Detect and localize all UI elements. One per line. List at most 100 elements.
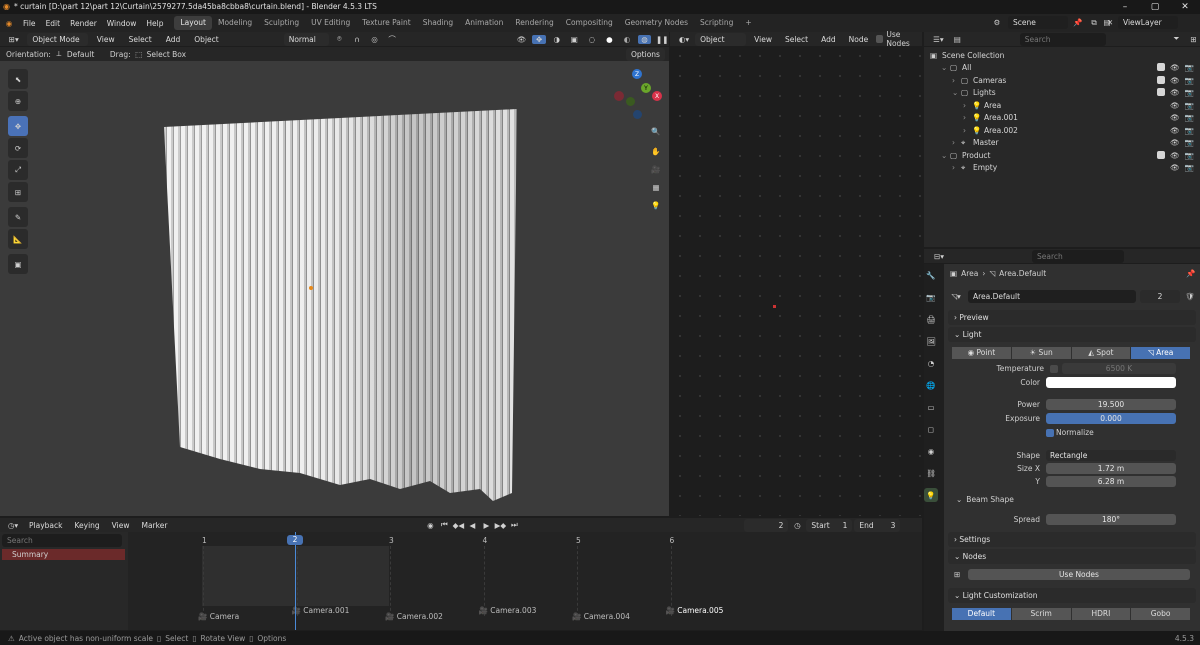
datablock-users-count[interactable]: 2 (1140, 290, 1180, 303)
end-frame-field[interactable]: End 3 (854, 518, 901, 532)
expand-arrow-icon[interactable]: › (952, 76, 961, 85)
timeline-menu-view[interactable]: View (107, 521, 135, 530)
outliner-item-scene-collection[interactable]: ▣ Scene Collection (924, 49, 1200, 62)
exclude-checkbox[interactable] (1157, 63, 1166, 72)
drag-dropdown[interactable]: Select Box (147, 50, 193, 59)
jump-end-icon[interactable]: ⏭ (508, 520, 520, 530)
camera-render-icon[interactable]: 📷 (1185, 151, 1194, 160)
camera-marker[interactable]: 🎥 Camera.005 (666, 606, 724, 615)
nodes-panel-header[interactable]: ⌄ Nodes (948, 549, 1196, 564)
gizmo-neg-y-axis[interactable] (626, 97, 635, 106)
workspace-tab-uv-editing[interactable]: UV Editing (305, 16, 356, 30)
start-frame-field[interactable]: Start 1 (806, 518, 853, 532)
light-panel-header[interactable]: ⌄ Light (948, 327, 1196, 342)
viewport-menu-view[interactable]: View (92, 35, 120, 44)
constraints-tab-icon[interactable]: ⛓ (924, 466, 938, 480)
orientation-dropdown[interactable]: Default (67, 50, 107, 59)
light-browse-icon[interactable]: ◹▾ (948, 292, 964, 301)
summary-channel[interactable]: Summary (2, 549, 125, 560)
outliner-item-area-002[interactable]: › 💡 Area.002 👁 📷 (924, 124, 1200, 137)
gizmo-neg-z-axis[interactable] (633, 110, 642, 119)
node-canvas[interactable] (670, 46, 922, 516)
workspace-tab-scripting[interactable]: Scripting (694, 16, 739, 30)
falloff-icon[interactable]: ⌒ (385, 34, 399, 45)
color-swatch[interactable] (1046, 377, 1176, 388)
outliner-item-all[interactable]: ⌄ ▢ All 👁 📷 (924, 62, 1200, 75)
filter-icon[interactable]: ⏷ (1170, 34, 1183, 44)
camera-marker[interactable]: 🎥 Camera.001 (292, 606, 350, 615)
move-tool-icon[interactable]: ✥ (8, 116, 28, 136)
world-tab-icon[interactable]: 🌐 (924, 378, 938, 392)
outliner-search-input[interactable]: Search (1019, 32, 1106, 46)
add-workspace-button[interactable]: + (739, 16, 757, 30)
timeline-menu-keying[interactable]: Keying (69, 521, 104, 530)
exclude-checkbox[interactable] (1157, 75, 1166, 84)
use-nodes-button[interactable]: Use Nodes (968, 569, 1190, 580)
outliner-item-cameras[interactable]: › ▢ Cameras 👁 📷 (924, 74, 1200, 87)
pan-icon[interactable]: ✋ (648, 143, 664, 159)
timeline-search-input[interactable]: Search (2, 534, 122, 547)
editor-type-icon[interactable]: ⊞▾ (4, 35, 23, 44)
camera-render-icon[interactable]: 📷 (1185, 138, 1194, 147)
camera-marker[interactable]: 🎥 Camera.004 (572, 612, 630, 621)
gizmo-z-axis[interactable]: Z (632, 69, 642, 79)
rotate-tool-icon[interactable]: ⟳ (8, 138, 28, 158)
timeline-type-icon[interactable]: ◷▾ (4, 521, 22, 530)
node-menu-select[interactable]: Select (780, 35, 813, 44)
gizmo-x-axis[interactable]: X (652, 91, 662, 101)
timeline-menu-marker[interactable]: Marker (136, 521, 172, 530)
expand-arrow-icon[interactable]: › (963, 126, 972, 135)
use-nodes-checkbox[interactable] (876, 35, 884, 43)
eye-icon[interactable]: 👁 (1170, 101, 1180, 110)
light-type-area[interactable]: ◹ Area (1131, 347, 1190, 359)
viewport-options-button[interactable]: Options (626, 48, 665, 61)
exclude-checkbox[interactable] (1157, 150, 1166, 159)
record-icon[interactable]: ◉ (424, 521, 436, 530)
viewport-menu-object[interactable]: Object (189, 35, 223, 44)
custom-tab-gobo[interactable]: Gobo (1131, 608, 1190, 620)
temperature-checkbox[interactable] (1050, 365, 1058, 373)
cursor-tool-icon[interactable]: ⊕ (8, 91, 28, 111)
spread-field[interactable]: 180° (1046, 514, 1176, 525)
workspace-tab-shading[interactable]: Shading (417, 16, 459, 30)
lightbulb-icon[interactable]: 💡 (648, 197, 664, 213)
node-menu-add[interactable]: Add (816, 35, 841, 44)
shading-wireframe-icon[interactable]: ◌ (585, 35, 599, 44)
overlay-icon[interactable]: ◑ (550, 35, 564, 44)
playhead-line[interactable] (295, 532, 296, 630)
size-y-field[interactable]: 6.28 m (1046, 476, 1176, 487)
workspace-tab-compositing[interactable]: Compositing (560, 16, 619, 30)
playhead-frame-badge[interactable]: 2 (287, 535, 303, 545)
camera-render-icon[interactable]: 📷 (1185, 101, 1194, 110)
menu-file[interactable]: File (18, 19, 41, 28)
expand-arrow-icon[interactable]: › (952, 163, 961, 172)
expand-arrow-icon[interactable]: ⌄ (952, 88, 961, 97)
expand-arrow-icon[interactable]: ⌄ (941, 63, 950, 72)
collection-tab-icon[interactable]: ▭ (924, 400, 938, 414)
gizmo-y-axis[interactable]: Y (641, 83, 651, 93)
blender-menu-icon[interactable]: ◉ (0, 19, 18, 28)
jump-start-icon[interactable]: ⏮ (438, 520, 450, 530)
camera-render-icon[interactable]: 📷 (1185, 88, 1194, 97)
customization-panel-header[interactable]: ⌄ Light Customization (948, 588, 1196, 603)
gizmo-neg-x-axis[interactable] (614, 91, 624, 101)
workspace-tab-modeling[interactable]: Modeling (212, 16, 258, 30)
menu-edit[interactable]: Edit (41, 19, 66, 28)
menu-help[interactable]: Help (141, 19, 168, 28)
custom-tab-scrim[interactable]: Scrim (1011, 608, 1071, 620)
outliner-item-area[interactable]: › 💡 Area 👁 📷 (924, 99, 1200, 112)
camera-marker[interactable]: 🎥 Camera (198, 612, 239, 621)
shader-type-dropdown[interactable]: Object (695, 32, 747, 46)
transform-pivot-dropdown[interactable]: Normal (283, 32, 329, 46)
play-reverse-icon[interactable]: ◀ (466, 521, 478, 530)
expand-arrow-icon[interactable]: › (952, 138, 961, 147)
camera-render-icon[interactable]: 📷 (1185, 76, 1194, 85)
workspace-tab-texture-paint[interactable]: Texture Paint (356, 16, 416, 30)
clock-icon[interactable]: ◷ (790, 521, 804, 530)
zoom-icon[interactable]: 🔍 (648, 123, 664, 139)
proportional-icon[interactable]: ◎ (368, 35, 382, 44)
minimize-icon[interactable]: – (1110, 0, 1140, 14)
eye-icon[interactable]: 👁 (1170, 151, 1180, 160)
close-icon[interactable]: ✕ (1170, 0, 1200, 14)
custom-tab-default[interactable]: Default (952, 608, 1011, 620)
